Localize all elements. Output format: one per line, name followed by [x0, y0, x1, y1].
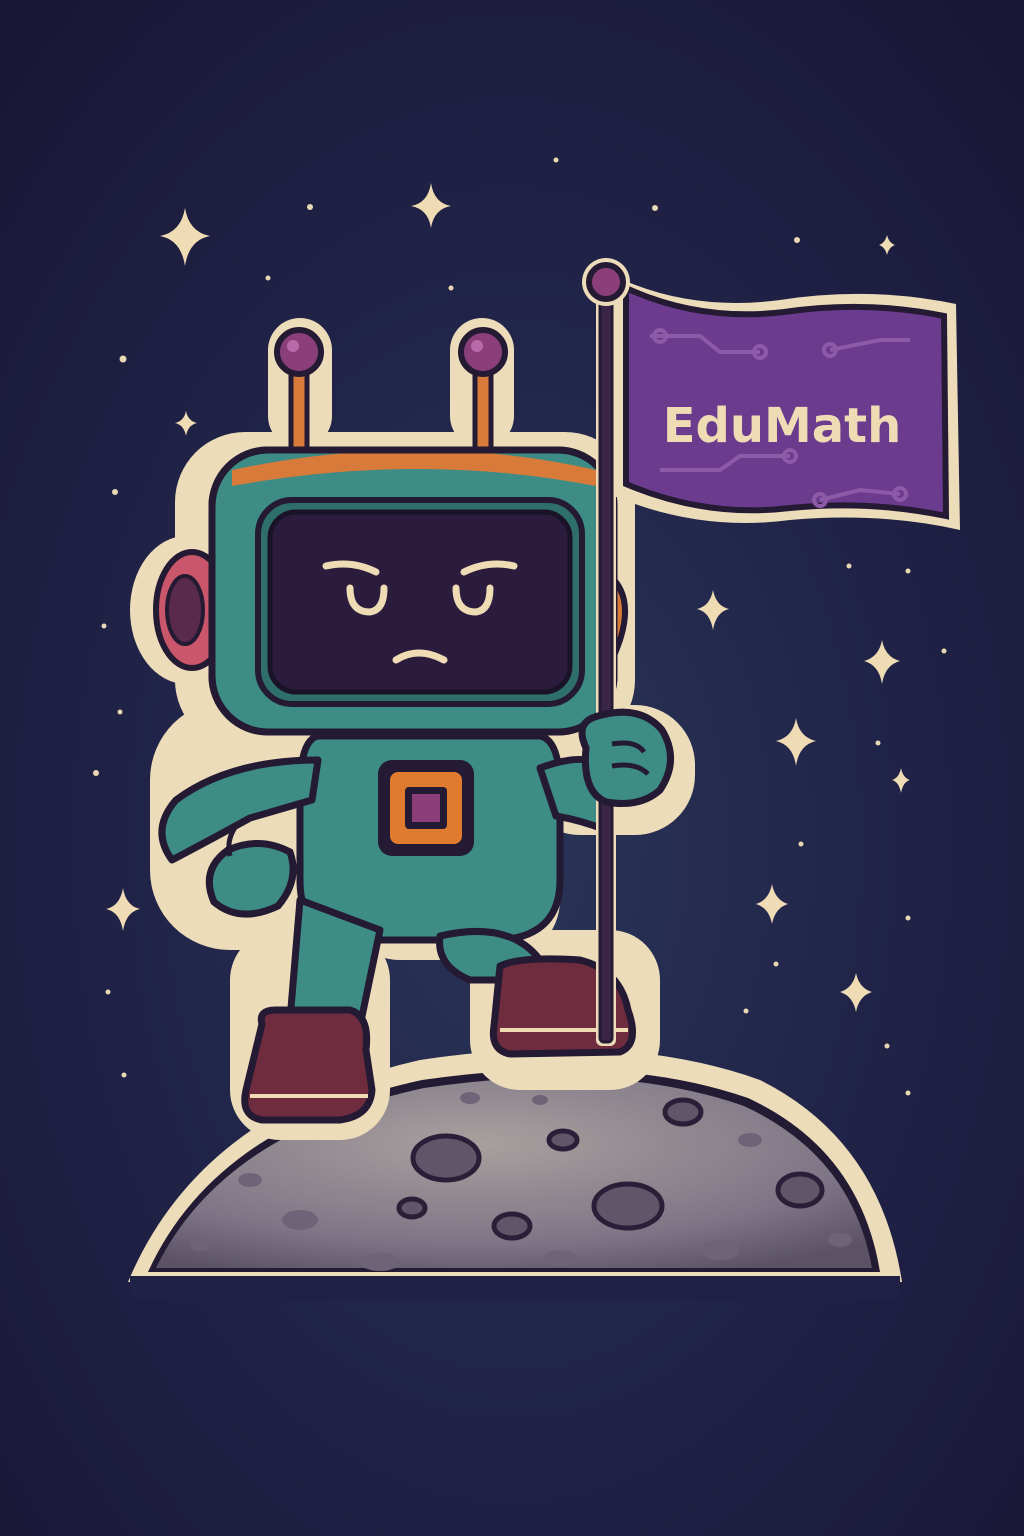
illustration-canvas: EduMath: [0, 0, 1024, 1536]
flag-label: EduMath: [663, 398, 902, 454]
robot-chest-panel: [378, 760, 474, 856]
robot-screen: [267, 509, 573, 695]
